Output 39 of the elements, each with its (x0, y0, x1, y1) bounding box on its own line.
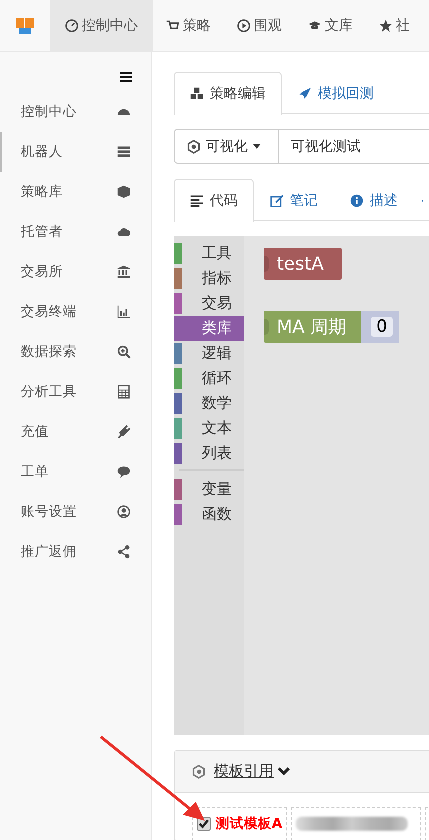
nav-tab[interactable]: 控制中心 (50, 0, 153, 51)
toolbox-category[interactable]: 循环 (174, 366, 244, 391)
toolbox-category[interactable]: 交易 (174, 291, 244, 316)
nav-tab[interactable]: 社 (366, 0, 423, 51)
sidebar-item[interactable]: 控制中心 (0, 92, 151, 132)
sidebar-item[interactable]: 交易所 (0, 252, 151, 292)
sidebar-item[interactable]: 工单 (0, 452, 151, 492)
sidebar-item[interactable]: 分析工具 (0, 372, 151, 412)
sidebar-item[interactable]: 推广返佣 (0, 532, 151, 572)
toolbox-category[interactable]: 变量 (174, 477, 244, 502)
block-workspace[interactable]: 工具 指标 交易 类库 逻辑 循环 数学 文本 列表 变量 函数 testA MA 周期 0 (174, 236, 429, 735)
toolbox-category[interactable]: 指标 (174, 266, 244, 291)
toolbox-category[interactable]: 函数 (174, 502, 244, 527)
nav-tab[interactable]: 文库 (295, 0, 366, 51)
template-link[interactable]: 模板引用 (214, 762, 274, 781)
toolbox-category[interactable]: 类库 (174, 316, 244, 341)
toolbox-category[interactable]: 数学 (174, 391, 244, 416)
toolbox-category[interactable]: 文本 (174, 416, 244, 441)
toolbox-category[interactable]: 列表 (174, 441, 244, 466)
code-tab[interactable]: 笔记 (254, 179, 334, 221)
strategy-name-field[interactable]: 可视化测试 (279, 129, 429, 164)
nav-tab[interactable]: 策略 (153, 0, 224, 51)
code-tab[interactable]: 代码 (174, 179, 254, 222)
sidebar-item[interactable]: 账号设置 (0, 492, 151, 532)
sidebar-item[interactable]: 托管者 (0, 212, 151, 252)
sidebar-item[interactable]: 机器人 (0, 132, 151, 172)
editor-tab[interactable]: 模拟回测 (282, 72, 390, 114)
code-block[interactable]: MA 周期 0 (264, 311, 400, 343)
strategy-type-dropdown[interactable]: 可视化 (174, 129, 279, 164)
nav-tab[interactable]: 围观 (224, 0, 295, 51)
toolbox-category[interactable]: 逻辑 (174, 341, 244, 366)
code-tab[interactable]: 描述 (334, 179, 414, 221)
sidebar-item[interactable]: 充值 (0, 412, 151, 452)
toolbox-category[interactable]: 工具 (174, 241, 244, 266)
editor-tab[interactable]: 策略编辑 (174, 72, 282, 115)
sidebar-item[interactable]: 数据探索 (0, 332, 151, 372)
sidebar-item[interactable]: 策略库 (0, 172, 151, 212)
sidebar-item[interactable]: 交易终端 (0, 292, 151, 332)
code-block[interactable]: testA (264, 248, 342, 280)
